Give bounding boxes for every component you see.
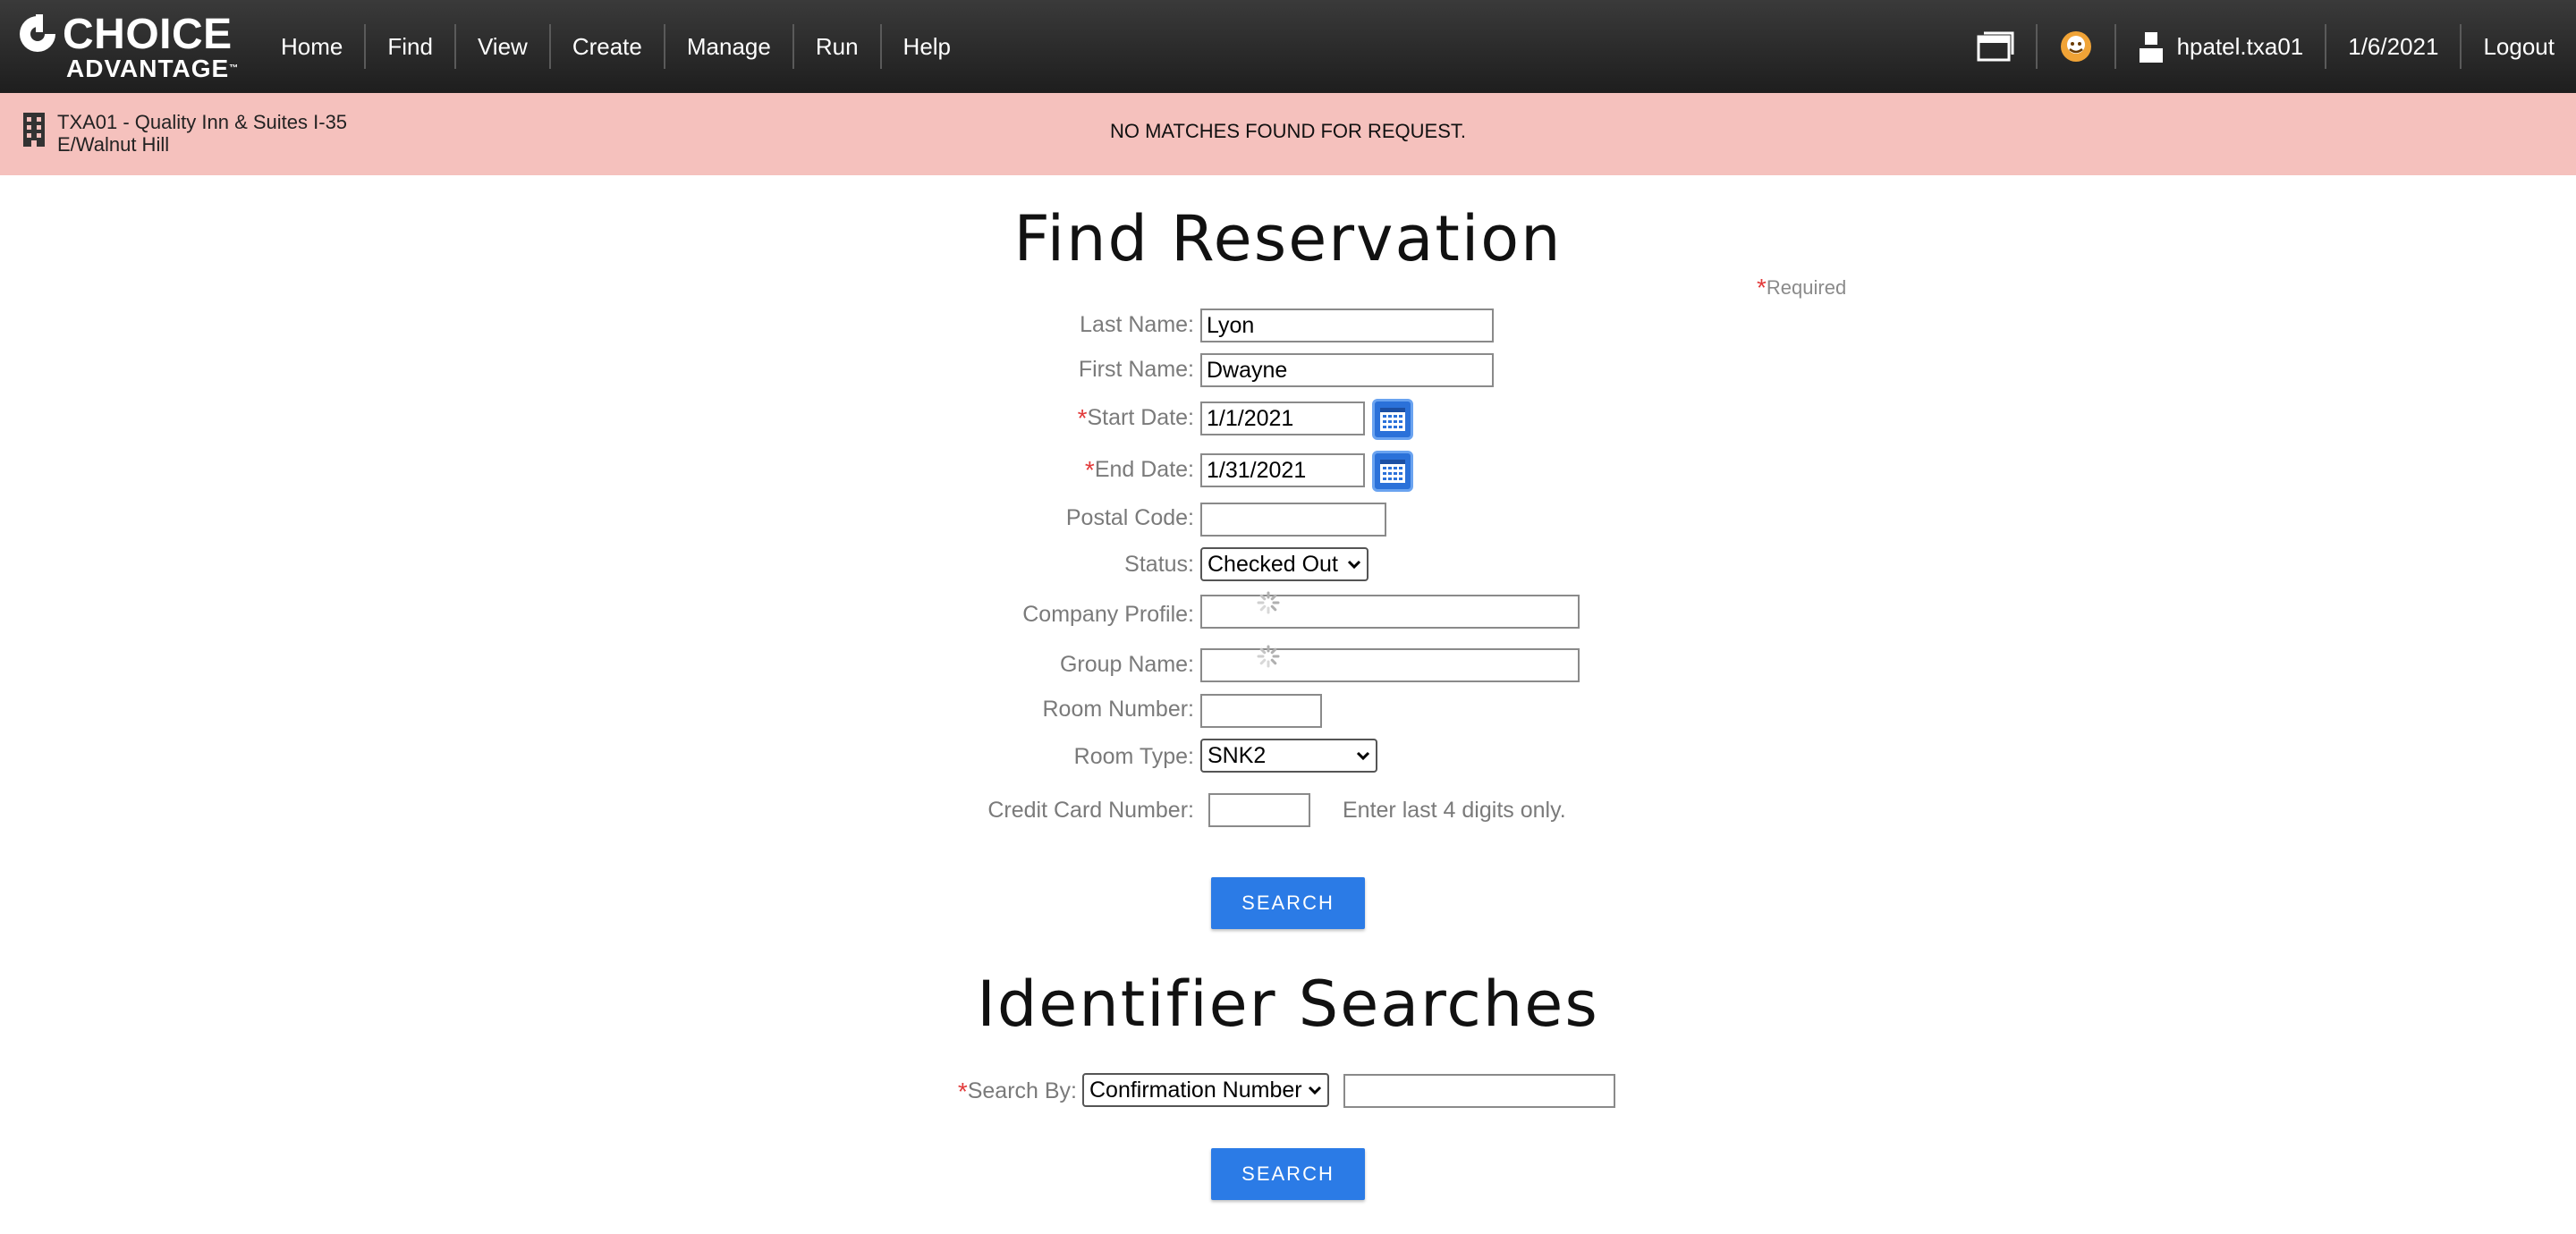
user-name: hpatel.txa01 — [2176, 32, 2304, 60]
window-icon — [1977, 31, 2014, 62]
required-legend: *Required — [1757, 274, 1847, 301]
room-type-label: Room Type: — [1073, 744, 1194, 769]
start-date-calendar-button[interactable] — [1372, 399, 1413, 440]
menu-create[interactable]: Create — [551, 24, 665, 69]
logo-text-choice: CHOICE — [63, 11, 233, 58]
logo-text-advantage: ADVANTAGE™ — [66, 55, 240, 82]
room-type-select[interactable]: SNK2 — [1200, 739, 1377, 773]
end-date-calendar-button[interactable] — [1372, 451, 1413, 492]
identifier-search-button[interactable]: SEARCH — [1211, 1148, 1365, 1200]
calendar-icon — [1380, 408, 1405, 431]
choice-logo-icon — [20, 14, 55, 52]
menu-manage[interactable]: Manage — [665, 24, 794, 69]
message-bar: TXA01 - Quality Inn & Suites I-35 E/Waln… — [0, 93, 2576, 175]
user-menu[interactable]: hpatel.txa01 — [2116, 24, 2327, 69]
status-face-icon — [2060, 31, 2091, 62]
end-date-input[interactable] — [1200, 453, 1365, 487]
user-toolbar: hpatel.txa01 1/6/2021 Logout — [1955, 0, 2576, 93]
credit-card-input[interactable] — [1208, 793, 1310, 827]
search-by-select[interactable]: Confirmation Number — [1082, 1073, 1329, 1107]
postal-code-input[interactable] — [1200, 503, 1386, 537]
last-name-input[interactable] — [1200, 308, 1494, 342]
search-button[interactable]: SEARCH — [1211, 877, 1365, 929]
page-title: Find Reservation — [1013, 202, 1563, 275]
loading-spinner-icon — [1257, 591, 1280, 614]
menu-home[interactable]: Home — [259, 24, 367, 69]
alert-message: NO MATCHES FOUND FOR REQUEST. — [1109, 120, 1467, 142]
chevron-down-icon — [1356, 751, 1370, 761]
start-date-input[interactable] — [1200, 401, 1365, 435]
logout-link[interactable]: Logout — [2462, 24, 2576, 69]
last-name-label: Last Name: — [1080, 312, 1194, 337]
top-navigation-bar: CHOICE ADVANTAGE™ Home Find View Create … — [0, 0, 2576, 93]
menu-view[interactable]: View — [456, 24, 551, 69]
start-date-label: *Start Date: — [1077, 404, 1194, 432]
status-button[interactable] — [2038, 24, 2116, 69]
current-date: 1/6/2021 — [2326, 24, 2462, 69]
calendar-icon — [1380, 460, 1405, 483]
group-name-label: Group Name: — [1059, 652, 1194, 677]
postal-code-label: Postal Code: — [1065, 505, 1194, 530]
status-select[interactable]: Checked Out — [1200, 547, 1368, 581]
company-profile-label: Company Profile: — [1022, 602, 1194, 627]
first-name-input[interactable] — [1200, 353, 1494, 387]
identifier-searches-title: Identifier Searches — [977, 968, 1599, 1041]
credit-card-hint: Enter last 4 digits only. — [1343, 798, 1566, 823]
user-icon — [2139, 32, 2163, 63]
chevron-down-icon — [1308, 1086, 1322, 1095]
room-number-label: Room Number: — [1042, 697, 1195, 722]
end-date-label: *End Date: — [1084, 456, 1194, 484]
identifier-value-input[interactable] — [1343, 1074, 1615, 1108]
menu-find[interactable]: Find — [366, 24, 456, 69]
search-by-label: *Search By: — [957, 1078, 1077, 1105]
choice-advantage-logo[interactable]: CHOICE ADVANTAGE™ — [18, 11, 242, 82]
credit-card-label: Credit Card Number: — [987, 798, 1194, 823]
menu-run[interactable]: Run — [794, 24, 882, 69]
status-label: Status: — [1124, 552, 1194, 577]
menu-help[interactable]: Help — [882, 24, 972, 69]
room-number-input[interactable] — [1200, 694, 1322, 728]
first-name-label: First Name: — [1078, 357, 1194, 382]
loading-spinner-icon — [1257, 645, 1280, 668]
main-menu: Home Find View Create Manage Run Help — [259, 0, 972, 93]
window-button[interactable] — [1955, 24, 2038, 69]
chevron-down-icon — [1347, 560, 1361, 570]
